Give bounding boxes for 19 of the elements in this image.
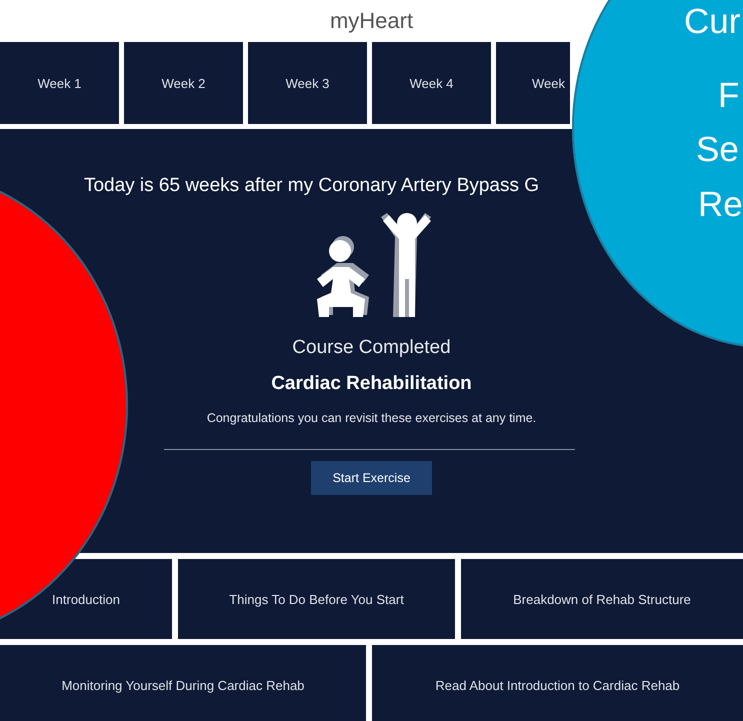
week-tile[interactable]: Week 4 — [372, 42, 491, 124]
course-message: Congratulations you can revisit these exercises at any time. — [206, 411, 536, 425]
start-exercise-button[interactable]: Start Exercise — [311, 461, 432, 495]
course-name: Cardiac Rehabilitation — [271, 373, 472, 395]
week-tile[interactable]: Week 2 — [124, 42, 243, 124]
callout-text: F — [718, 78, 740, 113]
course-status: Course Completed — [292, 337, 451, 359]
callout-text: Re — [698, 187, 743, 222]
app-title: myHeart — [330, 8, 414, 34]
week-tile[interactable]: Week — [496, 42, 570, 124]
course-heading: Today is 65 weeks after my Coronary Artery Bypass G — [84, 175, 540, 197]
callout-text: Se — [696, 132, 739, 167]
module-tile[interactable]: Read About Introduction to Cardiac Rehab — [372, 645, 743, 721]
module-tile[interactable]: Things To Do Before You Start — [178, 559, 455, 639]
week-tile[interactable]: Week 1 — [0, 42, 119, 124]
callout-text: Cur — [684, 4, 740, 39]
module-tile[interactable]: Breakdown of Rehab Structure — [461, 559, 743, 639]
week-tile[interactable]: Week 3 — [248, 42, 367, 124]
module-tile[interactable]: Monitoring Yourself During Cardiac Rehab — [0, 645, 366, 721]
